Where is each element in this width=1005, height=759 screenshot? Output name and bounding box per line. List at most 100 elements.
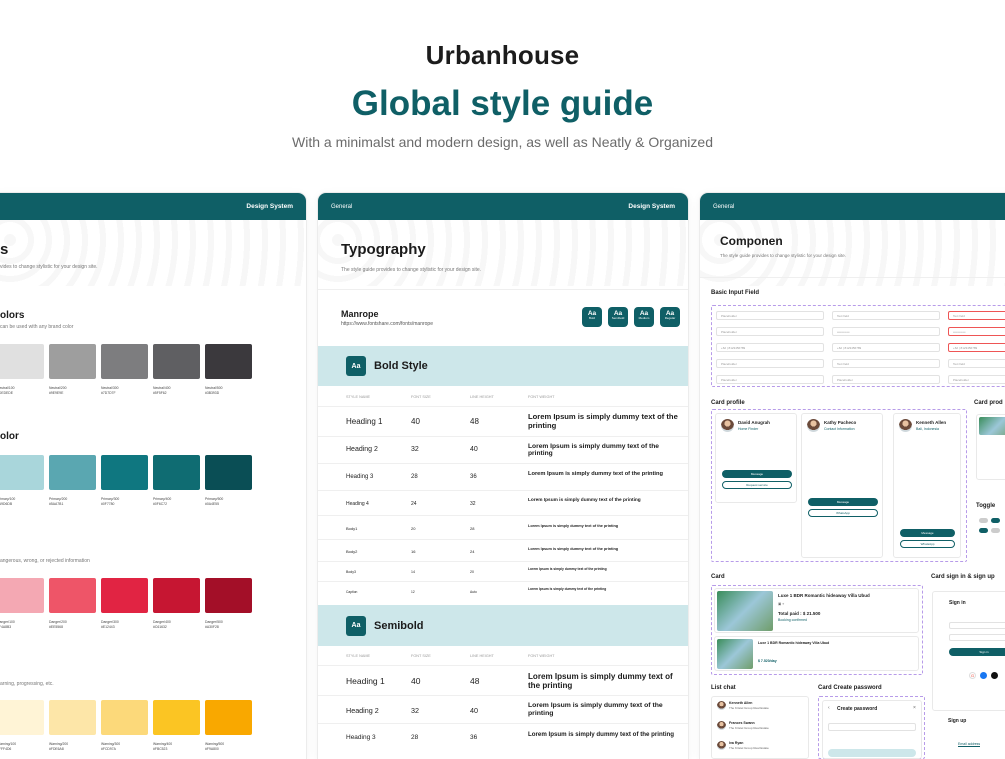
bold-style-band: Aa Bold Style: [318, 346, 688, 386]
table-row: Caption 12 Auto Lorem Ipsum is simply dummy…: [318, 581, 688, 601]
general-label: General: [713, 203, 735, 210]
color-swatch: Warning/500 #F9A800: [205, 700, 252, 752]
input-field[interactable]: ••••••••••••: [832, 327, 940, 336]
font-size-value: 14: [411, 569, 415, 574]
warning-colors-sub: arning, progressing, etc.: [0, 681, 54, 687]
chat-sub: The Kristel Group Real Estate: [729, 746, 769, 750]
facebook-icon[interactable]: [980, 672, 987, 679]
input-field[interactable]: +62 | 8123456789: [948, 343, 1005, 352]
chat-name[interactable]: Frances Swann: [729, 721, 755, 725]
input-field[interactable]: Placeholder: [948, 375, 1005, 384]
message-button[interactable]: Message: [808, 498, 878, 506]
input-field[interactable]: Text field: [832, 311, 940, 320]
swatch-color: [205, 344, 252, 379]
column-header: FONT SIZE: [411, 395, 431, 399]
input-field[interactable]: Placeholder: [716, 375, 824, 384]
swatch-hex: #0F7780: [101, 501, 115, 506]
input-field[interactable]: Text field: [948, 359, 1005, 368]
primary-swatches: Primary/100#A9D6DBPrimary/200#5AA7B1Prim…: [0, 455, 252, 507]
input-field[interactable]: ••••••••••••: [948, 327, 1005, 336]
input-field[interactable]: +62 | 8123456789: [832, 343, 940, 352]
toggle-off[interactable]: [979, 518, 988, 523]
message-button[interactable]: Message: [900, 529, 955, 537]
brand-title: Urbanhouse: [425, 40, 580, 70]
product-photo: [979, 417, 1005, 435]
hero: Urbanhouse Global style guide With a min…: [0, 0, 1005, 190]
listing-title: Luxe 1 BDR Romantic hideaway Villa Ubud: [778, 593, 870, 598]
password-field[interactable]: [949, 634, 1005, 641]
listing-card[interactable]: Luxe 1 BDR Romantic hideaway Villa Ubud …: [714, 588, 919, 633]
input-field[interactable]: Placeholder: [716, 359, 824, 368]
color-swatch: Neutral/200 #9E9E9E: [49, 344, 96, 396]
swatch-color: [153, 578, 200, 613]
font-weight-label: Semibold: [611, 316, 625, 321]
email-field[interactable]: [949, 622, 1005, 629]
secondary-button[interactable]: Request service: [722, 481, 792, 489]
email-address-tab[interactable]: Email address: [958, 742, 981, 747]
font-weight-label: Medium: [638, 316, 650, 321]
toggle-on[interactable]: [979, 528, 988, 533]
input-field[interactable]: Placeholder: [716, 327, 824, 336]
neutral-colors-sub: can be used with any brand color: [0, 324, 74, 330]
style-name: Body2: [346, 548, 358, 554]
aa-icon: Aa: [346, 615, 366, 636]
close-icon[interactable]: ×: [913, 705, 916, 711]
style-name: Heading 2: [346, 705, 379, 715]
swatch-hex: #FFF4D6: [0, 746, 12, 751]
product-card[interactable]: [976, 414, 1005, 480]
font-weight-chip[interactable]: Aa Regular: [660, 307, 680, 327]
toggle-on[interactable]: [991, 518, 1000, 523]
sample-text: Lorem Ipsum is simply dummy text of the …: [528, 546, 619, 551]
color-swatch: Danger/100#F4A8B3: [0, 578, 44, 630]
input-field[interactable]: Text field: [948, 311, 1005, 320]
swatch-hex: #0A4E55: [205, 501, 219, 506]
apple-icon[interactable]: [991, 672, 998, 679]
font-weight-chip[interactable]: Aa Bold: [582, 307, 602, 327]
submit-button[interactable]: [828, 749, 916, 757]
chat-sub: The Kristel Group Real Estate: [729, 726, 769, 730]
listing-photo: [717, 639, 753, 669]
card-prod-title: Card prod: [974, 400, 1003, 406]
typography-panel: General Design System Typography The styl…: [318, 193, 688, 759]
card-create-password-title: Card Create password: [818, 685, 882, 691]
google-icon[interactable]: G: [969, 672, 976, 679]
font-weight-chip[interactable]: Aa Semibold: [608, 307, 628, 327]
input-field[interactable]: +62 | 8123456789: [716, 343, 824, 352]
swatch-color: [153, 344, 200, 379]
listing-card[interactable]: Luxe 1 BDR Romantic hideaway Villa Ubud …: [714, 636, 919, 671]
secondary-button[interactable]: WhatsApp: [900, 540, 955, 548]
chat-list: Kenneth Allen The Kristel Group Real Esta…: [711, 696, 809, 759]
password-field[interactable]: [828, 723, 916, 731]
list-chat-title: List chat: [711, 685, 736, 691]
listing-photo: [717, 591, 773, 631]
card-sign-title: Card sign in & sign up: [931, 574, 995, 580]
booking-status: Booking confirmed: [778, 618, 807, 622]
bold-style-label: Bold Style: [374, 360, 428, 372]
font-url[interactable]: https://www.fontshare.com/fonts/manrope: [341, 321, 433, 327]
toggle-off[interactable]: [991, 528, 1000, 533]
color-swatch: Primary/200 #5AA7B1: [49, 455, 96, 507]
page-title: Global style guide: [351, 84, 654, 123]
column-header: FONT WEIGHT: [528, 395, 555, 399]
line-height-value: 20: [470, 569, 474, 574]
font-size-value: 32: [411, 446, 419, 454]
style-name: Heading 4: [346, 500, 369, 507]
table-row: Body2 16 24 Lorem Ipsum is simply dummy tex…: [318, 539, 688, 561]
sign-in-button[interactable]: Sign in: [949, 648, 1005, 656]
swatch-color: [49, 700, 96, 735]
chat-name[interactable]: Iva Ryan: [729, 741, 743, 745]
font-size-value: 16: [411, 548, 416, 554]
message-button[interactable]: Message: [722, 470, 792, 478]
input-field[interactable]: Placeholder: [832, 375, 940, 384]
column-header: STYLE NAME: [346, 395, 371, 399]
secondary-button[interactable]: WhatsApp: [808, 509, 878, 517]
back-icon[interactable]: ‹: [828, 705, 830, 711]
listing-price: $ 7.520/day: [758, 659, 777, 663]
table-row: Heading 1 40 48 Lorem Ipsum is simply dummy…: [318, 665, 688, 695]
input-field[interactable]: Text field: [832, 359, 940, 368]
font-size-value: 40: [411, 417, 420, 427]
column-header: FONT SIZE: [411, 654, 431, 658]
input-field[interactable]: Placeholder: [716, 311, 824, 320]
font-weight-chip[interactable]: Aa Medium: [634, 307, 654, 327]
chat-name[interactable]: Kenneth Allen: [729, 701, 752, 705]
